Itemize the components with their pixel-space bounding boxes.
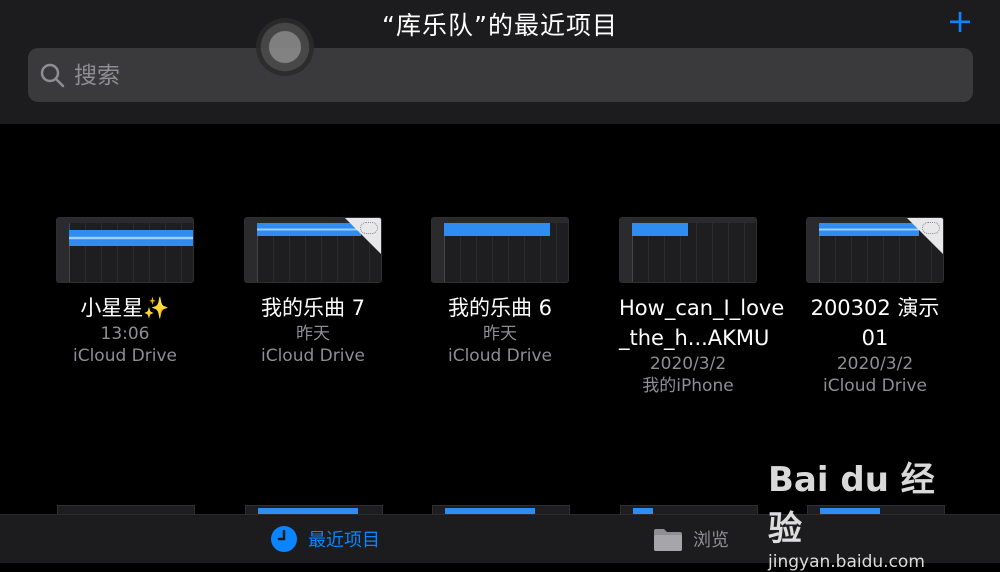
project-name: 我的乐曲 6	[447, 296, 553, 320]
clock-icon	[271, 526, 297, 552]
cloud-icon	[360, 222, 378, 234]
project-thumbnail[interactable]	[620, 505, 758, 514]
project-thumbnail	[431, 217, 569, 283]
project-location: iCloud Drive	[260, 346, 365, 366]
project-date: 昨天	[296, 324, 330, 344]
project-thumbnail	[244, 217, 382, 283]
add-project-button[interactable]: +	[944, 5, 976, 38]
cloud-icon	[922, 222, 940, 234]
watermark-url: jingyan.baidu.com	[768, 552, 925, 572]
navigation-header: “库乐队”的最近项目 +	[0, 0, 1000, 124]
project-location: iCloud Drive	[822, 376, 927, 396]
project-thumbnail[interactable]	[57, 505, 195, 514]
search-icon	[40, 63, 65, 88]
project-date: 13:06	[100, 324, 150, 344]
search-input[interactable]	[72, 48, 936, 104]
search-bar[interactable]	[28, 48, 973, 104]
project-tile[interactable]: 我的乐曲 6 昨天 iCloud Drive	[431, 217, 569, 367]
project-name: 我的乐曲 7	[260, 296, 366, 320]
touch-indicator	[256, 18, 314, 76]
baidu-watermark: Bai du 经验 jingyan.baidu.com	[768, 452, 968, 572]
project-tile[interactable]: 我的乐曲 7 昨天 iCloud Drive	[244, 217, 382, 367]
project-location: 我的iPhone	[642, 376, 734, 396]
project-name: 200302 演示 01	[810, 296, 940, 350]
project-thumbnail[interactable]	[245, 505, 383, 514]
tab-recent[interactable]: 最近项目	[270, 515, 380, 563]
project-thumbnail	[619, 217, 757, 283]
project-thumbnail[interactable]	[432, 505, 570, 514]
project-date: 2020/3/2	[649, 354, 727, 374]
project-tile[interactable]: 200302 演示 01 2020/3/2 iCloud Drive	[795, 217, 955, 397]
project-thumbnail	[806, 217, 944, 283]
project-location: iCloud Drive	[72, 346, 177, 366]
tab-browse-label: 浏览	[693, 530, 729, 551]
project-date: 2020/3/2	[836, 354, 914, 374]
project-thumbnail	[56, 217, 194, 283]
project-location: iCloud Drive	[447, 346, 552, 366]
project-tile[interactable]: 小星星✨ 13:06 iCloud Drive	[56, 217, 194, 367]
project-date: 昨天	[483, 324, 517, 344]
project-name: How_can_I_love _the_h...AKMU	[619, 296, 785, 350]
watermark-logo: Bai du 经验	[768, 460, 935, 549]
tab-browse[interactable]: 浏览	[653, 515, 729, 563]
project-tile[interactable]: How_can_I_love _the_h...AKMU 2020/3/2 我的…	[619, 217, 785, 397]
page-title: “库乐队”的最近项目	[382, 11, 618, 40]
project-name: 小星星✨	[80, 296, 170, 320]
tab-recent-label: 最近项目	[308, 530, 380, 551]
folder-icon	[654, 529, 682, 551]
